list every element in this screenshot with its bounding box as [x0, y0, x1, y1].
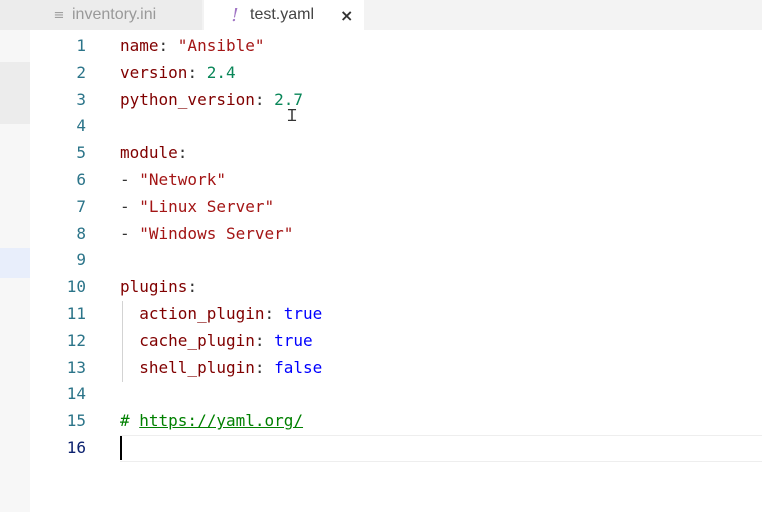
yaml-separator: :	[254, 89, 275, 109]
line-content: - "Linux Server"	[120, 197, 274, 216]
yaml-key: module	[120, 143, 178, 163]
line-content: - "Network"	[120, 170, 226, 189]
yaml-separator: :	[158, 36, 178, 55]
code-line[interactable]: 16	[30, 434, 762, 461]
yaml-key: cache_plugin	[139, 330, 255, 350]
gutter-shade	[0, 248, 30, 278]
line-number: 7	[76, 196, 86, 216]
yaml-value: "Ansible"	[177, 36, 265, 55]
tab-inventory-ini[interactable]: ≡ inventory.ini	[0, 0, 202, 30]
code-line[interactable]: 14	[30, 380, 762, 407]
line-content: version: 2.4	[120, 63, 236, 82]
yaml-separator: :	[187, 62, 207, 82]
code-line[interactable]: 15 # https://yaml.org/	[30, 407, 762, 434]
yaml-key: name	[120, 36, 159, 55]
line-number: 9	[76, 250, 86, 270]
line-content: plugins:	[120, 277, 197, 296]
line-number: 15	[66, 411, 86, 431]
yaml-separator: :	[254, 330, 275, 350]
comment-link: https://yaml.org/	[139, 411, 304, 431]
comment-marker: #	[120, 411, 140, 431]
yaml-key: plugins	[120, 277, 188, 297]
line-content: - "Windows Server"	[120, 224, 293, 243]
line-number: 12	[66, 330, 86, 350]
gutter-shade	[0, 62, 30, 124]
line-content: name: "Ansible"	[120, 36, 265, 55]
yaml-separator: :	[254, 357, 275, 377]
line-content: cache_plugin: true	[120, 330, 313, 350]
line-content: action_plugin: true	[120, 304, 322, 323]
code-line[interactable]: 12 cache_plugin: true	[30, 327, 762, 354]
line-number: 14	[66, 384, 86, 404]
yaml-key: action_plugin	[139, 304, 265, 323]
line-number: 8	[76, 223, 86, 243]
tab-test-yaml[interactable]: ! test.yaml ×	[204, 0, 364, 30]
list-dash: -	[120, 196, 140, 216]
code-line[interactable]: 11 action_plugin: true	[30, 300, 762, 327]
lines-icon: ≡	[53, 7, 65, 23]
activity-gutter	[0, 30, 30, 512]
yaml-key: shell_plugin	[139, 357, 255, 377]
tab-label: test.yaml	[250, 6, 315, 23]
list-dash: -	[120, 223, 140, 243]
yaml-value: 2.7	[274, 89, 304, 109]
yaml-value: 2.4	[206, 62, 236, 82]
line-number: 1	[76, 36, 86, 55]
yaml-value: false	[274, 357, 323, 377]
yaml-separator: :	[264, 304, 284, 323]
yaml-key: python_version	[120, 89, 255, 109]
line-number: 2	[76, 62, 86, 82]
tab-label: inventory.ini	[72, 6, 157, 23]
yaml-value: "Network"	[139, 170, 226, 189]
code-line[interactable]: 6 - "Network"	[30, 166, 762, 193]
code-line[interactable]: 1 name: "Ansible"	[30, 32, 762, 59]
code-line[interactable]: 13 shell_plugin: false	[30, 354, 762, 381]
line-number: 13	[66, 357, 86, 377]
line-content: python_version: 2.7	[120, 90, 303, 109]
yaml-value: true	[283, 304, 323, 323]
line-number: 3	[76, 89, 86, 109]
yaml-separator: :	[187, 277, 198, 297]
list-dash: -	[120, 170, 140, 189]
code-editor[interactable]: Ｉ 1 name: "Ansible" 2 version: 2.4 3 python_v…	[30, 30, 762, 512]
yaml-key: version	[120, 62, 188, 82]
yaml-separator: :	[177, 143, 188, 163]
line-content: shell_plugin: false	[120, 358, 322, 377]
code-line[interactable]: 2 version: 2.4	[30, 59, 762, 86]
code-line[interactable]: 7 - "Linux Server"	[30, 193, 762, 220]
line-content: module:	[120, 143, 187, 162]
yaml-value: "Windows Server"	[139, 223, 294, 243]
line-number: 4	[76, 116, 86, 136]
line-number: 16	[66, 438, 86, 457]
code-line[interactable]: 8 - "Windows Server"	[30, 220, 762, 247]
exclamation-icon: !	[231, 4, 239, 26]
code-line[interactable]: 4	[30, 112, 762, 139]
code-line[interactable]: 5 module:	[30, 139, 762, 166]
line-number: 10	[66, 277, 86, 297]
code-line[interactable]: 3 python_version: 2.7	[30, 86, 762, 113]
close-icon[interactable]: ×	[340, 6, 353, 25]
tab-bar: ≡ inventory.ini ! test.yaml ×	[0, 0, 762, 30]
line-content: # https://yaml.org/	[120, 411, 303, 430]
code-line[interactable]: 9	[30, 246, 762, 273]
line-number: 6	[76, 170, 86, 189]
line-number: 5	[76, 143, 86, 163]
yaml-value: true	[274, 330, 313, 350]
line-number: 11	[66, 304, 86, 323]
code-line[interactable]: 10 plugins:	[30, 273, 762, 300]
yaml-value: "Linux Server"	[139, 196, 275, 216]
